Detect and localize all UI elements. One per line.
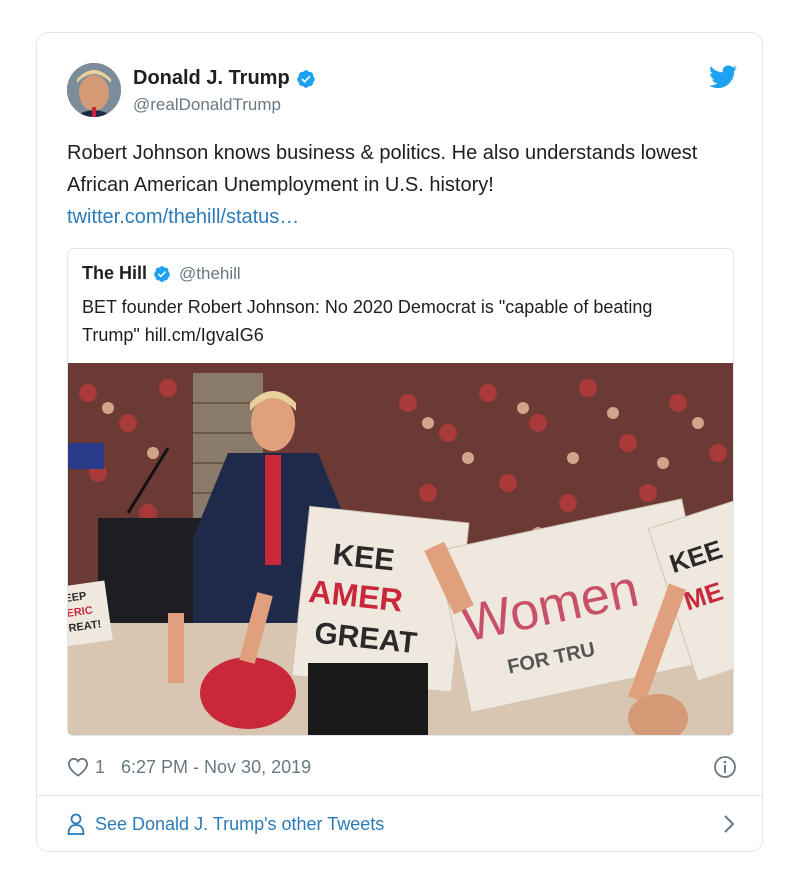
author-handle[interactable]: @realDonaldTrump — [133, 95, 281, 115]
tweet-body: Robert Johnson knows business & politics… — [67, 137, 737, 233]
author-name[interactable]: Donald J. Trump — [133, 67, 290, 90]
see-other-tweets-link[interactable]: See Donald J. Trump's other Tweets — [95, 814, 384, 835]
sign-keep-line1: KEE — [331, 538, 396, 577]
embedded-tweet-card: Donald J. Trump @realDonaldTrump Robert … — [36, 32, 763, 852]
footer-divider — [37, 795, 762, 796]
tweet-footer[interactable]: See Donald J. Trump's other Tweets — [67, 809, 737, 839]
chevron-right-icon[interactable] — [721, 813, 737, 835]
tweet-meta: 1 6:27 PM - Nov 30, 2019 — [67, 753, 737, 781]
author-avatar[interactable] — [67, 63, 121, 117]
heart-icon[interactable] — [67, 757, 89, 777]
verified-badge-icon — [296, 69, 315, 88]
person-icon — [67, 813, 85, 835]
quoted-text: BET founder Robert Johnson: No 2020 Demo… — [82, 297, 653, 345]
quoted-header: The Hill @thehill — [82, 263, 241, 284]
tweet-text: Robert Johnson knows business & politics… — [67, 142, 698, 196]
quoted-media-image[interactable]: KEE AMER GREAT Women FOR TRU KEE ME EEP … — [68, 363, 734, 736]
quoted-tweet[interactable]: The Hill @thehill BET founder Robert Joh… — [67, 248, 734, 736]
author-name-row[interactable]: Donald J. Trump — [133, 67, 316, 90]
twitter-bird-icon[interactable] — [709, 65, 737, 89]
quoted-author-handle: @thehill — [179, 263, 241, 283]
info-icon[interactable] — [713, 755, 737, 779]
tweet-link[interactable]: twitter.com/thehill/status… — [67, 201, 737, 233]
timestamp[interactable]: 6:27 PM - Nov 30, 2019 — [121, 757, 311, 778]
verified-badge-icon — [154, 265, 170, 282]
tweet-header: Donald J. Trump @realDonaldTrump — [67, 63, 737, 123]
quoted-author-name: The Hill — [82, 263, 148, 283]
like-count[interactable]: 1 — [95, 757, 105, 778]
